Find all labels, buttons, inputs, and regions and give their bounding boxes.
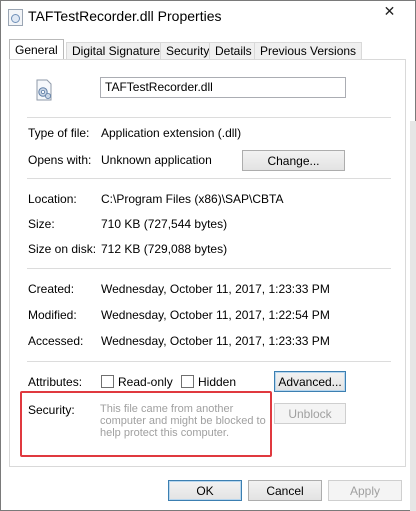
size-value: 710 KB (727,544 bytes) (101, 217, 228, 231)
separator (27, 268, 391, 269)
readonly-label[interactable]: Read-only (118, 375, 173, 389)
size-label: Size: (28, 217, 55, 231)
separator (27, 361, 391, 362)
separator (27, 178, 391, 179)
title-bar[interactable]: TAFTestRecorder.dll Properties ✕ (1, 1, 415, 31)
tab-general[interactable]: General (9, 39, 64, 61)
close-icon: ✕ (383, 2, 396, 19)
security-highlight-box (20, 391, 272, 457)
unblock-button: Unblock (274, 403, 346, 424)
window-title: TAFTestRecorder.dll Properties (28, 8, 222, 24)
location-label: Location: (28, 192, 77, 206)
modified-value: Wednesday, October 11, 2017, 1:22:54 PM (101, 308, 330, 322)
hidden-label[interactable]: Hidden (198, 375, 236, 389)
opens-with-label: Opens with: (28, 153, 92, 167)
accessed-value: Wednesday, October 11, 2017, 1:23:33 PM (101, 334, 330, 348)
dll-file-icon (8, 9, 23, 26)
accessed-label: Accessed: (28, 334, 84, 348)
tab-security[interactable]: Security (160, 42, 216, 60)
cancel-button[interactable]: Cancel (248, 480, 322, 501)
properties-dialog: TAFTestRecorder.dll Properties ✕ General… (0, 0, 416, 511)
tab-digital-signatures[interactable]: Digital Signatures (66, 42, 173, 60)
location-value: C:\Program Files (x86)\SAP\CBTA (101, 192, 284, 206)
hidden-checkbox[interactable] (181, 375, 194, 388)
created-label: Created: (28, 282, 75, 296)
modified-label: Modified: (28, 308, 77, 322)
opens-with-value: Unknown application (101, 153, 212, 167)
readonly-checkbox[interactable] (101, 375, 114, 388)
apply-button: Apply (328, 480, 402, 501)
tab-previous-versions[interactable]: Previous Versions (254, 42, 363, 60)
ok-button[interactable]: OK (168, 480, 242, 501)
type-label: Type of file: (28, 126, 90, 140)
separator (27, 117, 391, 118)
size-on-disk-label: Size on disk: (28, 242, 97, 256)
close-button[interactable]: ✕ (366, 1, 413, 21)
change-button[interactable]: Change... (242, 150, 345, 171)
filename-field[interactable]: TAFTestRecorder.dll (100, 77, 346, 98)
tab-details[interactable]: Details (209, 42, 258, 60)
attributes-label: Attributes: (28, 375, 83, 389)
window-edge (410, 121, 416, 511)
created-value: Wednesday, October 11, 2017, 1:23:33 PM (101, 282, 330, 296)
advanced-button[interactable]: Advanced... (274, 371, 346, 392)
type-value: Application extension (.dll) (101, 126, 242, 140)
dll-gear-icon (36, 79, 52, 101)
size-on-disk-value: 712 KB (729,088 bytes) (101, 242, 228, 256)
